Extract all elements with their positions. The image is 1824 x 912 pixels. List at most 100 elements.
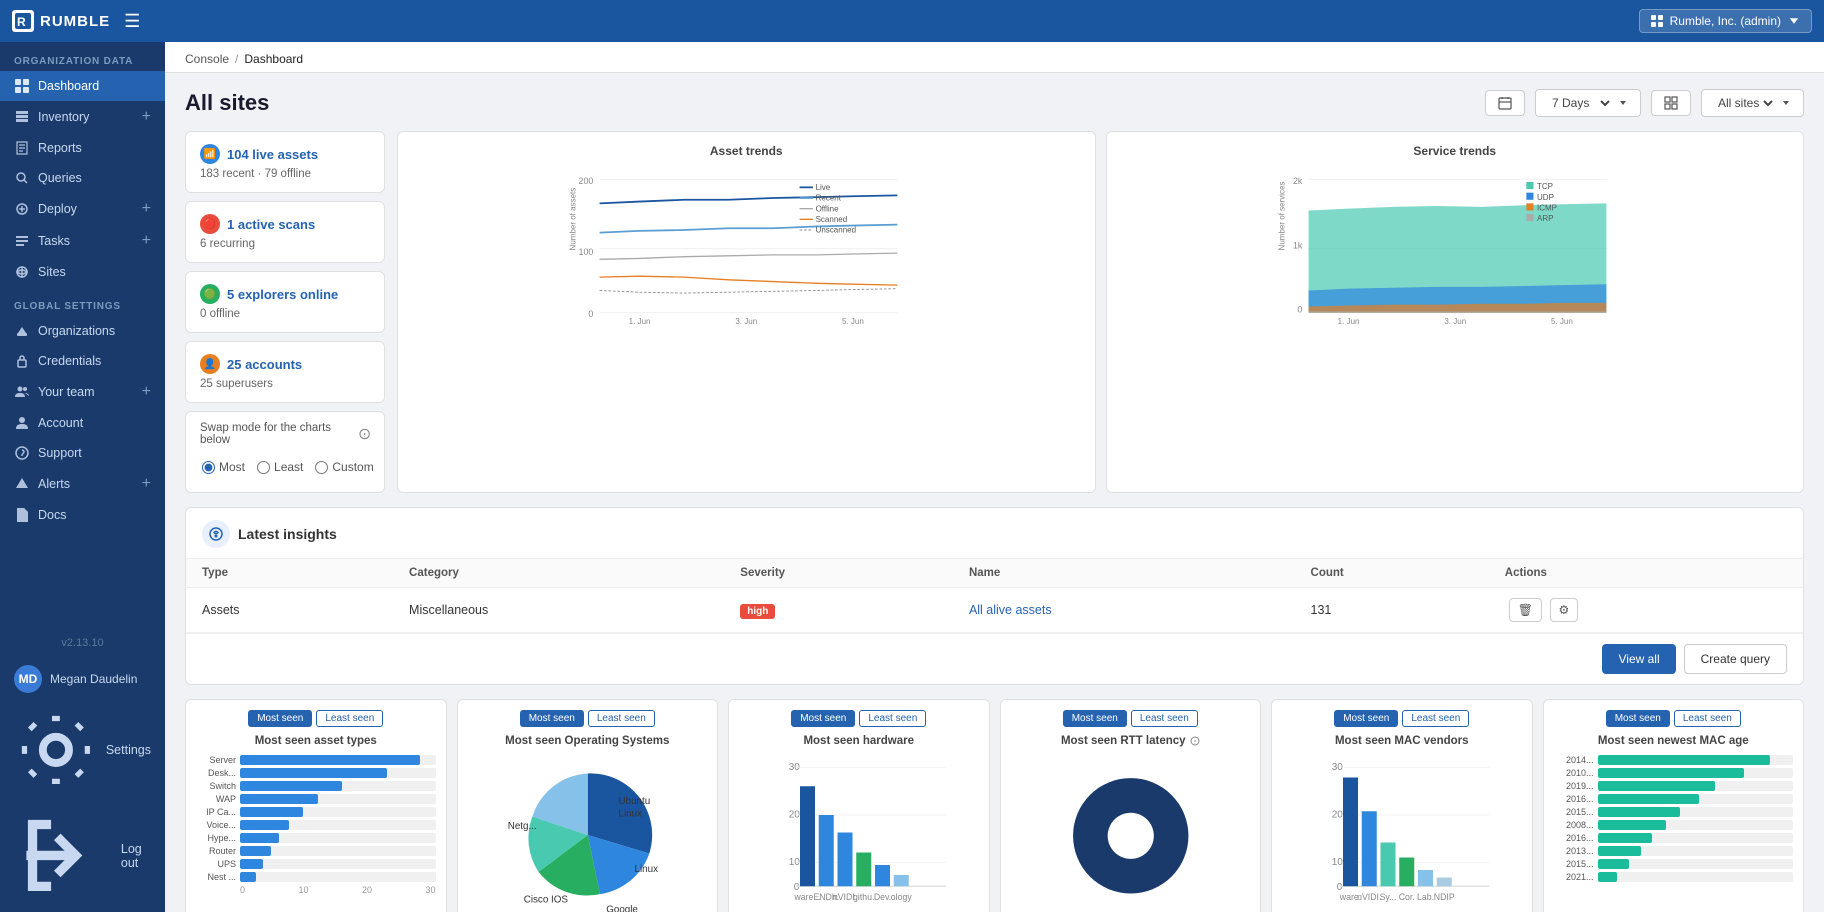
asset-types-most-btn[interactable]: Most seen [248, 710, 312, 727]
site-selector[interactable]: All sites [1701, 89, 1804, 117]
svg-text:githu.: githu. [853, 892, 874, 902]
live-assets-link[interactable]: 104 live assets [227, 147, 318, 162]
os-pie: Ubuntu Linux Linux Cisco IOS Netg... Goo… [468, 755, 708, 912]
accounts-link[interactable]: 25 accounts [227, 357, 302, 372]
table-row: Assets Miscellaneous high All alive asse… [186, 588, 1803, 633]
svg-text:3. Jun: 3. Jun [1444, 317, 1466, 326]
rtt-donut: 0 [1011, 755, 1251, 905]
swap-mode-options: Most Least Custom [200, 452, 370, 482]
svg-text:UDP: UDP [1537, 193, 1554, 202]
svg-text:TCP: TCP [1537, 182, 1553, 191]
yourteam-plus-icon[interactable]: + [142, 383, 151, 401]
breadcrumb-current: Dashboard [244, 52, 303, 66]
hw-least-btn[interactable]: Least seen [859, 710, 926, 727]
sidebar-item-deploy[interactable]: Deploy + [0, 193, 165, 225]
insight-name-link[interactable]: All alive assets [969, 603, 1052, 617]
svg-text:2k: 2k [1292, 176, 1302, 186]
calendar-icon-btn[interactable] [1485, 90, 1525, 116]
svg-text:Google: Google [606, 905, 638, 912]
swap-least-option[interactable]: Least [257, 460, 303, 474]
delete-action-btn[interactable]: 🗑 [1509, 598, 1542, 622]
site-select[interactable]: All sites [1714, 95, 1776, 111]
time-range-selector[interactable]: 7 Days 30 Days 90 Days [1535, 89, 1641, 117]
svg-text:Cor.: Cor. [1399, 892, 1415, 902]
version-label: v2.13.10 [0, 629, 165, 657]
sidebar-item-alerts[interactable]: Alerts + [0, 468, 165, 500]
user-name: Megan Daudelin [50, 672, 137, 686]
mac-title: Most seen MAC vendors [1282, 735, 1522, 747]
sidebar-item-queries[interactable]: Queries [0, 163, 165, 193]
view-all-button[interactable]: View all [1602, 644, 1675, 674]
hw-title: Most seen hardware [739, 735, 979, 747]
asset-types-least-btn[interactable]: Least seen [316, 710, 383, 727]
user-profile[interactable]: MD Megan Daudelin [0, 657, 165, 701]
chart-rtt-latency: Most seen Least seen Most seen RTT laten… [1000, 699, 1262, 912]
asset-types-toggle: Most seen Least seen [196, 710, 436, 727]
sidebar-item-sites[interactable]: Sites [0, 257, 165, 287]
sidebar-item-logout[interactable]: Log out [0, 799, 165, 912]
chart-hardware: Most seen Least seen Most seen hardware … [728, 699, 990, 912]
swap-mode-label: Swap mode for the charts below [200, 422, 370, 446]
sidebar-label-deploy: Deploy [38, 202, 134, 216]
hw-most-btn[interactable]: Most seen [791, 710, 855, 727]
chart-mac-age: Most seen Least seen Most seen newest MA… [1543, 699, 1805, 912]
active-scans-link[interactable]: 1 active scans [227, 217, 315, 232]
stat-icon-explorers: 🟢 [200, 284, 220, 304]
sidebar-item-inventory[interactable]: Inventory + [0, 101, 165, 133]
svg-text:5. Jun: 5. Jun [1551, 317, 1573, 326]
sidebar-item-docs[interactable]: Docs [0, 500, 165, 530]
sidebar-label-inventory: Inventory [38, 110, 134, 124]
breadcrumb-console[interactable]: Console [185, 52, 229, 66]
mac-age-least-btn[interactable]: Least seen [1674, 710, 1741, 727]
org-selector[interactable]: Rumble, Inc. (admin) [1639, 9, 1812, 33]
row-type: Assets [186, 588, 393, 633]
sidebar-label-yourteam: Your team [38, 385, 134, 399]
page-header: All sites 7 Days 30 Days 90 Days [185, 89, 1804, 117]
sidebar-item-credentials[interactable]: Credentials [0, 346, 165, 376]
breadcrumb-sep: / [235, 52, 238, 66]
asset-types-title: Most seen asset types [196, 735, 436, 747]
time-range-select[interactable]: 7 Days 30 Days 90 Days [1548, 95, 1613, 111]
col-name: Name [953, 559, 1295, 588]
tasks-plus-icon[interactable]: + [142, 232, 151, 250]
settings-action-btn[interactable]: ⚙ [1550, 598, 1579, 622]
dashboard-main: 📶 104 live assets 183 recent · 79 offlin… [185, 131, 1804, 493]
row-actions: 🗑 ⚙ [1489, 588, 1803, 633]
rtt-most-btn[interactable]: Most seen [1063, 710, 1127, 727]
asset-trends-chart: Asset trends 200 100 0 Number of assets [397, 131, 1096, 493]
insights-table: Type Category Severity Name Count Action… [186, 559, 1803, 633]
row-count: 131 [1295, 588, 1489, 633]
create-query-button[interactable]: Create query [1684, 644, 1787, 674]
mac-age-most-btn[interactable]: Most seen [1606, 710, 1670, 727]
sidebar-item-dashboard[interactable]: Dashboard [0, 71, 165, 101]
explorers-link[interactable]: 5 explorers online [227, 287, 338, 302]
svg-text:Cisco IOS: Cisco IOS [523, 895, 568, 906]
asset-types-bars: Server Desk... Switch WAP IP Ca... Voice… [196, 755, 436, 882]
inventory-plus-icon[interactable]: + [142, 108, 151, 126]
sidebar-item-yourteam[interactable]: Your team + [0, 376, 165, 408]
svg-text:5. Jun: 5. Jun [842, 317, 864, 326]
org-name: Rumble, Inc. (admin) [1670, 14, 1781, 28]
mac-most-btn[interactable]: Most seen [1334, 710, 1398, 727]
sidebar-item-reports[interactable]: Reports [0, 133, 165, 163]
swap-most-option[interactable]: Most [202, 460, 245, 474]
os-most-btn[interactable]: Most seen [520, 710, 584, 727]
layout-icon-btn[interactable] [1651, 90, 1691, 116]
deploy-plus-icon[interactable]: + [142, 200, 151, 218]
svg-text:ology: ology [891, 892, 913, 902]
sidebar-item-settings[interactable]: Settings [0, 701, 165, 799]
menu-icon[interactable]: ☰ [124, 11, 140, 32]
col-count: Count [1295, 559, 1489, 588]
severity-badge: high [740, 604, 775, 619]
alerts-plus-icon[interactable]: + [142, 475, 151, 493]
app-logo: R RUMBLE [12, 10, 110, 32]
sidebar-item-support[interactable]: Support [0, 438, 165, 468]
os-least-btn[interactable]: Least seen [588, 710, 655, 727]
sidebar-item-account[interactable]: Account [0, 408, 165, 438]
rtt-least-btn[interactable]: Least seen [1131, 710, 1198, 727]
sidebar-item-organizations[interactable]: Organizations [0, 316, 165, 346]
mac-least-btn[interactable]: Least seen [1402, 710, 1469, 727]
swap-custom-option[interactable]: Custom [315, 460, 373, 474]
sidebar-label-alerts: Alerts [38, 477, 134, 491]
sidebar-item-tasks[interactable]: Tasks + [0, 225, 165, 257]
